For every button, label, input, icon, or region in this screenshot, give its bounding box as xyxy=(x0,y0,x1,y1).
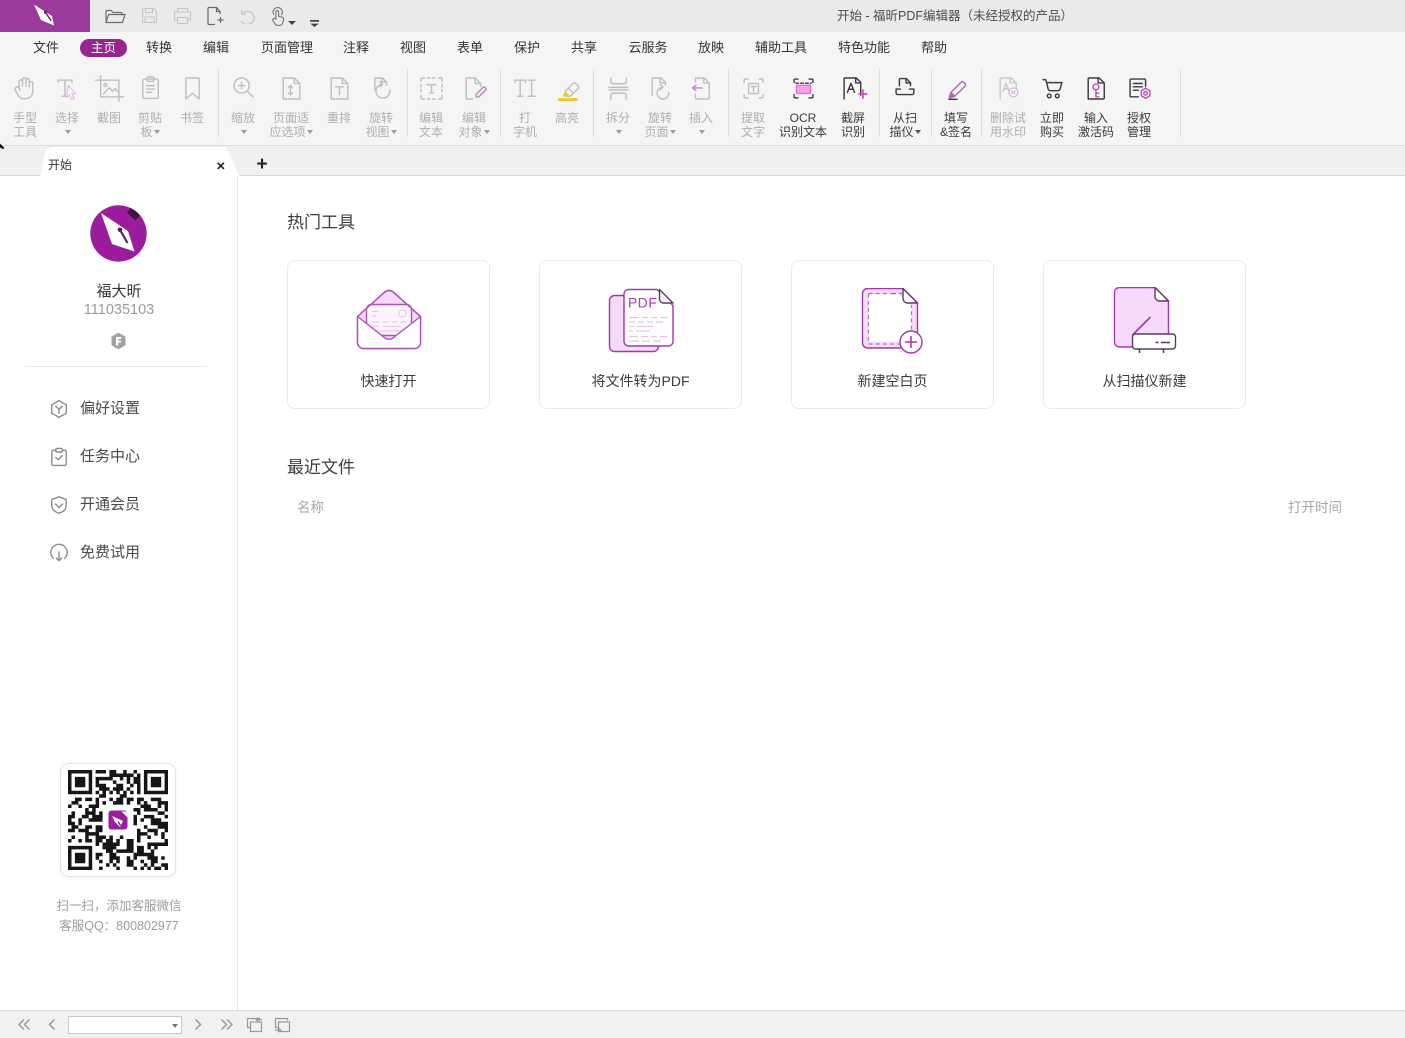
svg-text:PDF: PDF xyxy=(628,296,657,311)
